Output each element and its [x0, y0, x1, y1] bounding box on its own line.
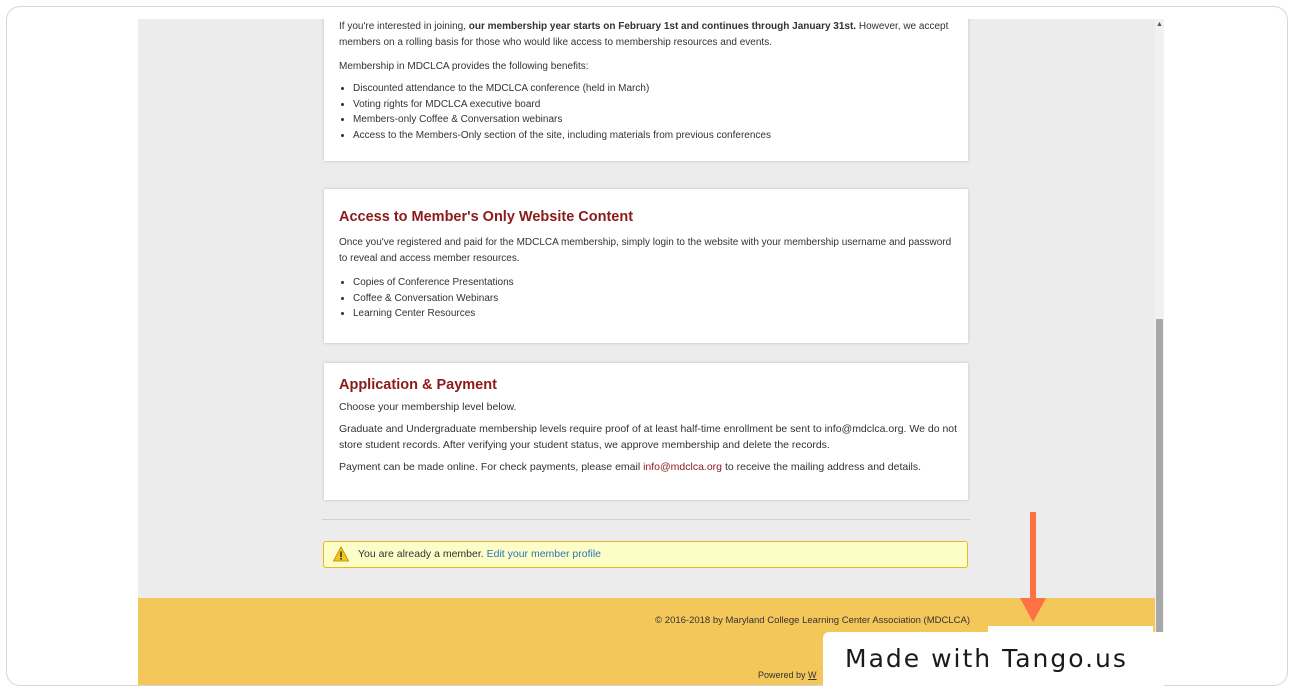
- list-item: Coffee & Conversation Webinars: [353, 291, 954, 307]
- list-item: Voting rights for MDCLCA executive board: [353, 97, 954, 113]
- section-divider: [322, 519, 970, 520]
- choose-level-text: Choose your membership level below.: [339, 401, 517, 413]
- warning-icon: [333, 546, 349, 562]
- membership-info-card: If you're interested in joining, our mem…: [324, 19, 968, 161]
- membership-year-text: our membership year starts on February 1…: [468, 21, 857, 32]
- application-payment-card: Application & Payment Choose your member…: [324, 363, 968, 500]
- down-arrow-icon: [1020, 512, 1046, 622]
- vertical-scrollbar[interactable]: ▲: [1155, 19, 1164, 685]
- tango-label: Made with Tango.us: [845, 644, 1128, 673]
- enrollment-proof-text: Graduate and Undergraduate membership le…: [339, 423, 958, 451]
- members-only-list: Copies of Conference Presentations Coffe…: [339, 275, 954, 322]
- notice-text: You are already a member. Edit your memb…: [358, 548, 601, 560]
- members-only-title: Access to Member's Only Website Content: [339, 209, 634, 225]
- member-notice: You are already a member. Edit your memb…: [323, 541, 968, 568]
- payment-text: Payment can be made online. For check pa…: [339, 461, 922, 473]
- email-link[interactable]: info@mdclca.org: [643, 461, 722, 473]
- list-item: Discounted attendance to the MDCLCA conf…: [353, 81, 954, 97]
- scroll-up-arrow-icon[interactable]: ▲: [1156, 21, 1163, 28]
- powered-by-link[interactable]: W: [808, 670, 817, 680]
- webpage-content: If you're interested in joining, our mem…: [138, 19, 1155, 685]
- application-payment-title: Application & Payment: [339, 377, 497, 393]
- membership-intro: If you're interested in joining, our mem…: [339, 21, 949, 48]
- benefits-lead: Membership in MDCLCA provides the follow…: [339, 61, 589, 72]
- list-item: Copies of Conference Presentations: [353, 275, 954, 291]
- list-item: Access to the Members-Only section of th…: [353, 128, 954, 144]
- screenshot-frame: If you're interested in joining, our mem…: [6, 6, 1288, 686]
- scroll-thumb[interactable]: [1156, 319, 1163, 685]
- powered-by: Powered by W: [758, 670, 817, 680]
- benefits-list: Discounted attendance to the MDCLCA conf…: [339, 81, 954, 143]
- list-item: Learning Center Resources: [353, 306, 954, 322]
- members-only-body: Once you've registered and paid for the …: [339, 237, 952, 264]
- copyright-text: © 2016-2018 by Maryland College Learning…: [655, 615, 970, 626]
- edit-profile-link[interactable]: Edit your member profile: [487, 548, 601, 560]
- tango-watermark: Made with Tango.us: [823, 632, 1164, 686]
- list-item: Members-only Coffee & Conversation webin…: [353, 112, 954, 128]
- members-only-card: Access to Member's Only Website Content …: [324, 189, 968, 343]
